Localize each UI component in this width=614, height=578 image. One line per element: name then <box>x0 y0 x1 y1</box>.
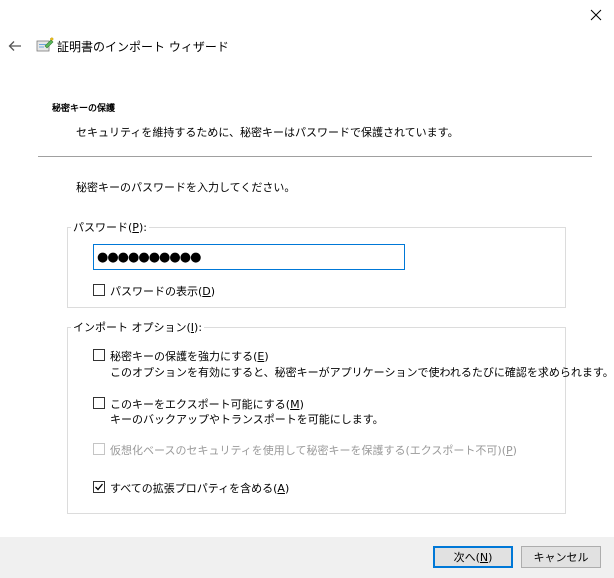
back-button[interactable] <box>4 36 26 56</box>
virtualization-security-label: 仮想化ベースのセキュリティを使用して秘密キーを保護する(エクスポート不可)(P) <box>110 444 517 457</box>
password-value: ●●●●●●●●●● <box>97 249 201 265</box>
include-extended-properties-label[interactable]: すべての拡張プロパティを含める(A) <box>110 480 289 496</box>
show-password-label[interactable]: パスワードの表示(D) <box>110 283 215 299</box>
virtualization-security-checkbox <box>93 443 105 455</box>
include-extended-properties-checkbox[interactable] <box>93 481 105 493</box>
strong-protection-description: このオプションを有効にすると、秘密キーがアプリケーションで使われるたびに確認を求… <box>110 366 614 379</box>
cancel-button[interactable]: キャンセル <box>521 546 601 568</box>
password-group-label: パスワード(P): <box>71 219 149 235</box>
import-options-group-label: インポート オプション(I): <box>71 319 205 335</box>
next-button[interactable]: 次へ(N) <box>433 546 513 568</box>
page-heading: 秘密キーの保護 <box>52 104 116 114</box>
strong-protection-label[interactable]: 秘密キーの保護を強力にする(E) <box>110 348 269 364</box>
exportable-key-checkbox[interactable] <box>93 397 105 409</box>
strong-protection-checkbox[interactable] <box>93 349 105 361</box>
check-icon <box>95 483 104 491</box>
close-icon <box>590 9 602 21</box>
certificate-wizard-icon <box>36 37 54 52</box>
instruction-text: 秘密キーのパスワードを入力してください。 <box>76 181 296 194</box>
close-button[interactable] <box>578 0 614 30</box>
show-password-checkbox[interactable] <box>93 284 105 296</box>
header-divider <box>38 156 592 157</box>
exportable-key-label[interactable]: このキーをエクスポート可能にする(M) <box>110 396 304 412</box>
password-input[interactable]: ●●●●●●●●●● <box>93 244 405 270</box>
page-description: セキュリティを維持するために、秘密キーはパスワードで保護されています。 <box>76 126 459 139</box>
exportable-key-description: キーのバックアップやトランスポートを可能にします。 <box>110 413 384 426</box>
window-title: 証明書のインポート ウィザード <box>57 40 229 54</box>
back-arrow-icon <box>8 41 21 51</box>
